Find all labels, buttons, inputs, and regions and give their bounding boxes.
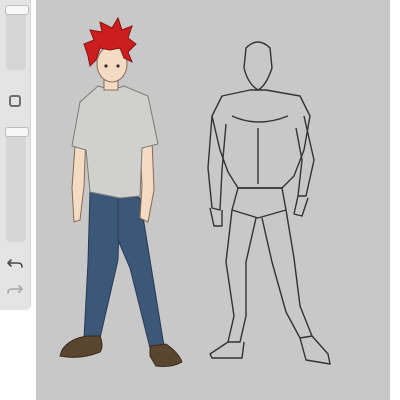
mannequin-right-arm — [295, 115, 315, 197]
mannequin-chest — [231, 115, 289, 123]
brush-size-slider[interactable] — [5, 5, 29, 70]
left-shoe — [59, 335, 103, 358]
brush-size-slider-knob[interactable] — [5, 5, 29, 15]
mannequin-left-arm — [207, 115, 227, 211]
mannequin-head — [243, 41, 273, 91]
undo-icon[interactable] — [6, 254, 24, 272]
mannequin-torso — [211, 89, 311, 189]
mannequin-left-hand — [209, 207, 223, 227]
drawing-app — [0, 0, 400, 400]
eye-right — [116, 64, 120, 68]
right-margin — [390, 0, 400, 400]
opacity-slider[interactable] — [5, 127, 29, 242]
opacity-slider-knob[interactable] — [5, 127, 29, 137]
drawing-canvas[interactable] — [36, 0, 390, 400]
mannequin-left-leg — [225, 209, 257, 343]
colored-character-figure — [59, 16, 183, 367]
right-shoe — [149, 343, 183, 367]
eye-left — [104, 64, 108, 68]
mannequin-right-hand — [293, 195, 309, 217]
mannequin-right-foot — [299, 335, 331, 365]
left-leg-jeans — [83, 189, 121, 339]
mannequin-pelvis — [231, 187, 287, 219]
artwork — [59, 16, 331, 367]
square-icon[interactable] — [9, 95, 21, 107]
redo-icon[interactable] — [6, 280, 24, 298]
mannequin-right-leg — [261, 209, 313, 339]
mannequin-left-foot — [209, 341, 245, 359]
mannequin-sketch-figure — [207, 41, 331, 365]
tool-sidebar — [0, 0, 31, 310]
